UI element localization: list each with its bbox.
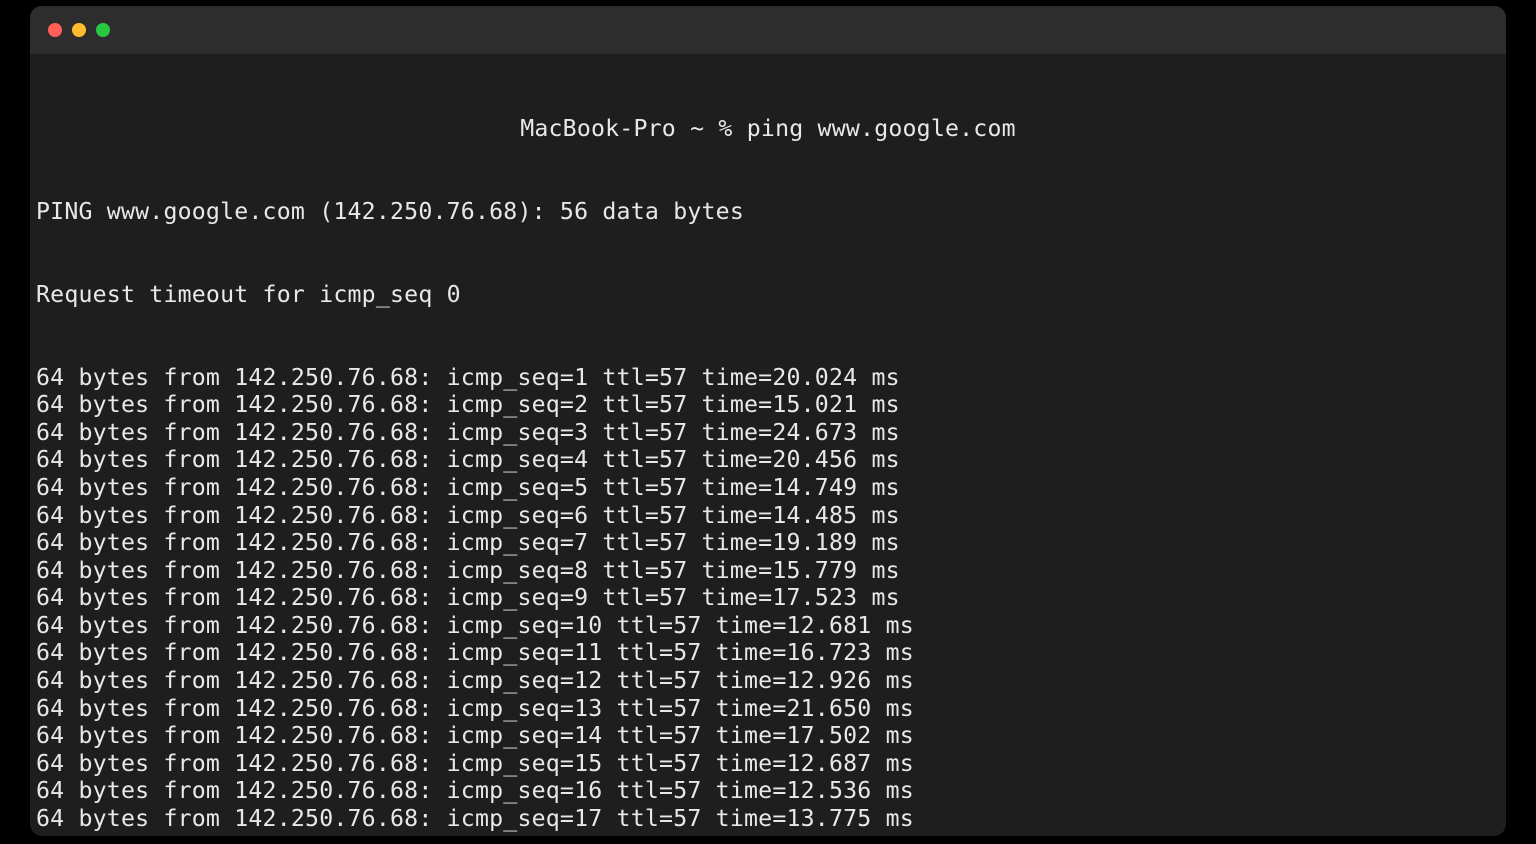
ping-reply-line: 64 bytes from 142.250.76.68: icmp_seq=5 …	[36, 474, 1500, 502]
ping-replies: 64 bytes from 142.250.76.68: icmp_seq=1 …	[36, 364, 1500, 836]
minimize-icon[interactable]	[72, 23, 86, 37]
ping-reply-line: 64 bytes from 142.250.76.68: icmp_seq=6 …	[36, 502, 1500, 530]
ping-reply-line: 64 bytes from 142.250.76.68: icmp_seq=9 …	[36, 584, 1500, 612]
ping-reply-line: 64 bytes from 142.250.76.68: icmp_seq=10…	[36, 612, 1500, 640]
close-icon[interactable]	[48, 23, 62, 37]
ping-reply-line: 64 bytes from 142.250.76.68: icmp_seq=18…	[36, 833, 1500, 836]
ping-reply-line: 64 bytes from 142.250.76.68: icmp_seq=14…	[36, 722, 1500, 750]
ping-reply-line: 64 bytes from 142.250.76.68: icmp_seq=12…	[36, 667, 1500, 695]
terminal-window: MacBook-Pro ~ % ping www.google.com PING…	[30, 6, 1506, 836]
ping-reply-line: 64 bytes from 142.250.76.68: icmp_seq=3 …	[36, 419, 1500, 447]
maximize-icon[interactable]	[96, 23, 110, 37]
ping-reply-line: 64 bytes from 142.250.76.68: icmp_seq=1 …	[36, 364, 1500, 392]
terminal-output[interactable]: MacBook-Pro ~ % ping www.google.com PING…	[30, 54, 1506, 836]
ping-reply-line: 64 bytes from 142.250.76.68: icmp_seq=15…	[36, 750, 1500, 778]
ping-header-line: PING www.google.com (142.250.76.68): 56 …	[36, 198, 1500, 226]
timeout-line: Request timeout for icmp_seq 0	[36, 281, 1500, 309]
ping-reply-line: 64 bytes from 142.250.76.68: icmp_seq=4 …	[36, 446, 1500, 474]
ping-reply-line: 64 bytes from 142.250.76.68: icmp_seq=13…	[36, 695, 1500, 723]
ping-reply-line: 64 bytes from 142.250.76.68: icmp_seq=2 …	[36, 391, 1500, 419]
titlebar	[30, 6, 1506, 54]
ping-reply-line: 64 bytes from 142.250.76.68: icmp_seq=11…	[36, 639, 1500, 667]
ping-reply-line: 64 bytes from 142.250.76.68: icmp_seq=8 …	[36, 557, 1500, 585]
ping-reply-line: 64 bytes from 142.250.76.68: icmp_seq=7 …	[36, 529, 1500, 557]
ping-reply-line: 64 bytes from 142.250.76.68: icmp_seq=17…	[36, 805, 1500, 833]
prompt-line: MacBook-Pro ~ % ping www.google.com	[520, 115, 1016, 143]
ping-reply-line: 64 bytes from 142.250.76.68: icmp_seq=16…	[36, 777, 1500, 805]
